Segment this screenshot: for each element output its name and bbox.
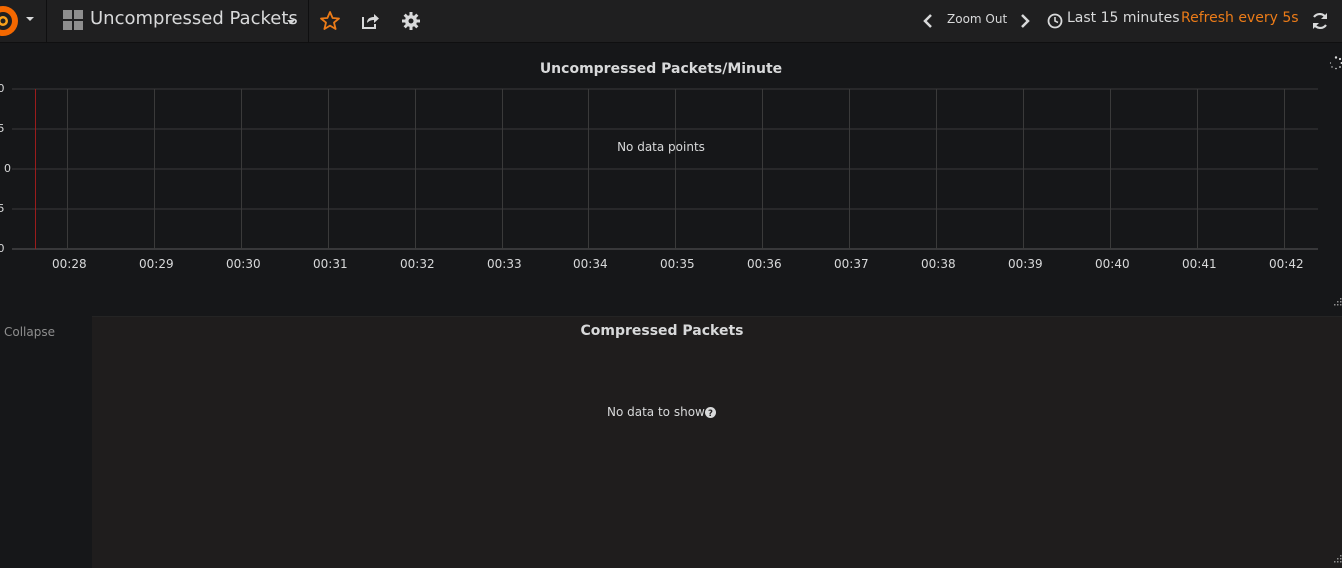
x-axis-tick-label: 00:38 [921, 257, 956, 271]
share-icon[interactable] [358, 9, 382, 33]
zoom-out-button[interactable]: Zoom Out [947, 12, 1007, 26]
y-axis-tick-label: .5 [0, 202, 5, 215]
x-axis-tick-label: 00:42 [1269, 257, 1304, 271]
top-navbar: Uncompressed Packets Zoom Out Last 15 mi… [0, 0, 1342, 43]
dashboard-title: Uncompressed Packets [90, 8, 298, 29]
graph-plot-area [0, 80, 1342, 260]
y-axis-tick-label: 0 [4, 162, 11, 175]
x-axis-tick-label: 00:34 [573, 257, 608, 271]
no-data-message: No data to show [607, 405, 705, 419]
chevron-left-icon[interactable] [917, 9, 941, 33]
x-axis-tick-label: 00:31 [313, 257, 348, 271]
x-axis-tick-label: 00:32 [400, 257, 435, 271]
chevron-down-icon [287, 20, 295, 24]
collapse-row-button[interactable]: Collapse [4, 325, 55, 339]
x-axis-tick-label: 00:30 [226, 257, 261, 271]
resize-handle-icon[interactable] [1332, 553, 1342, 563]
gear-icon[interactable] [399, 9, 423, 33]
compressed-packets-panel [92, 316, 1342, 568]
x-axis-tick-label: 00:29 [139, 257, 174, 271]
resize-handle-icon[interactable] [1332, 296, 1342, 306]
grafana-menu-button[interactable] [0, 0, 47, 42]
y-axis-tick-label: .0 [0, 82, 5, 95]
chevron-right-icon[interactable] [1012, 9, 1036, 33]
x-axis-tick-label: 00:37 [834, 257, 869, 271]
refresh-icon[interactable] [1308, 9, 1332, 33]
y-axis-tick-label: .0 [0, 242, 5, 255]
panel-title[interactable]: Uncompressed Packets/Minute [0, 61, 1322, 77]
time-range-picker[interactable]: Last 15 minutes [1067, 10, 1180, 26]
star-icon[interactable] [318, 9, 342, 33]
grafana-logo-icon [0, 4, 20, 38]
clock-icon [1045, 11, 1065, 31]
loading-spinner-icon [1329, 56, 1342, 70]
dashboard-picker-button[interactable]: Uncompressed Packets [46, 0, 309, 42]
x-axis-tick-label: 00:35 [660, 257, 695, 271]
x-axis-tick-label: 00:40 [1095, 257, 1130, 271]
x-axis-tick-label: 00:33 [487, 257, 522, 271]
y-axis-tick-label: .5 [0, 122, 5, 135]
question-circle-icon[interactable]: ? [705, 407, 716, 418]
panel-title[interactable]: Compressed Packets [92, 323, 1232, 339]
x-axis-tick-label: 00:41 [1182, 257, 1217, 271]
svg-text:?: ? [708, 409, 713, 418]
row-side-area [0, 316, 92, 567]
chevron-down-icon [26, 17, 34, 21]
x-axis-tick-label: 00:36 [747, 257, 782, 271]
refresh-interval-picker[interactable]: Refresh every 5s [1181, 10, 1299, 26]
x-axis-tick-label: 00:28 [52, 257, 87, 271]
no-data-points-message: No data points [0, 140, 1322, 154]
dashboard-grid-icon [63, 10, 83, 30]
x-axis-tick-label: 00:39 [1008, 257, 1043, 271]
